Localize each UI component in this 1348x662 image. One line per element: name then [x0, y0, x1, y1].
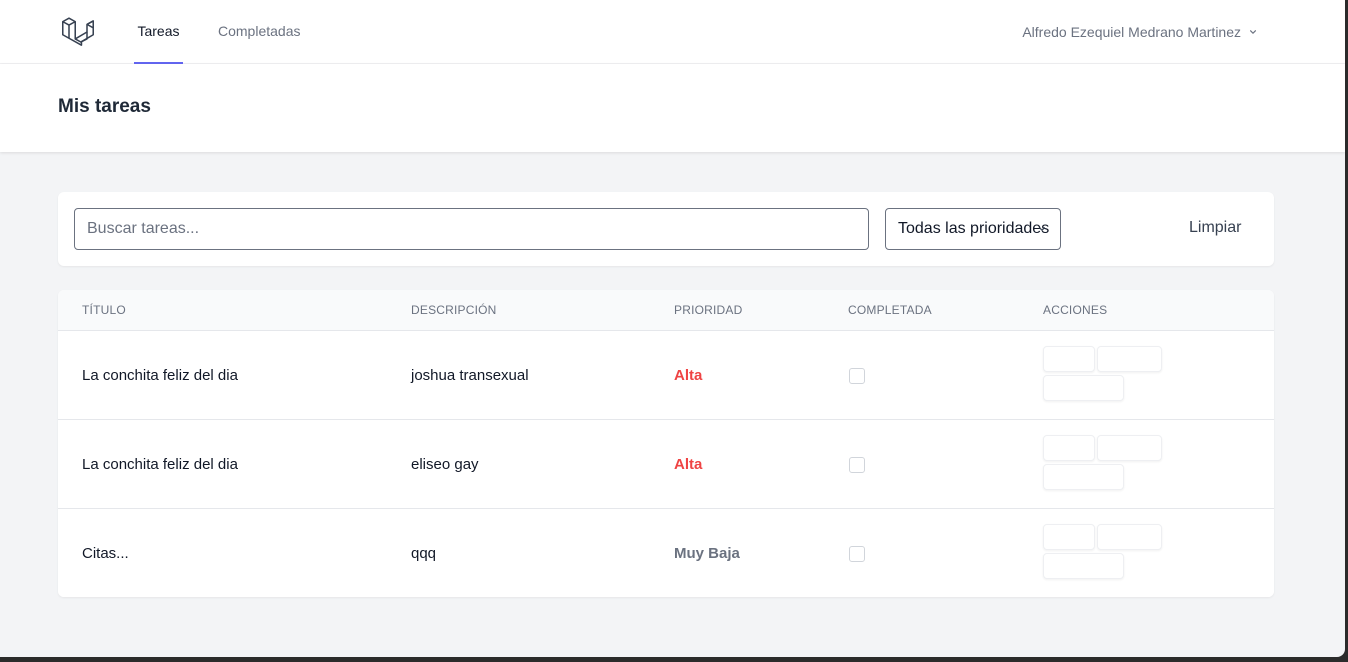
user-name: Alfredo Ezequiel Medrano Martinez — [1022, 24, 1241, 40]
tasks-table: Título Descripción Prioridad Completada … — [58, 290, 1274, 597]
task-priority: Muy Baja — [674, 545, 740, 562]
completed-checkbox[interactable] — [849, 457, 865, 473]
task-description: joshua transexual — [411, 367, 529, 384]
task-description: eliseo gay — [411, 456, 479, 473]
column-header-descripcion: Descripción — [411, 303, 497, 317]
completed-checkbox[interactable] — [849, 546, 865, 562]
task-title: La conchita feliz del dia — [82, 456, 238, 473]
priority-select[interactable]: Todas las prioridades — [885, 208, 1061, 250]
column-header-acciones: Acciones — [1043, 303, 1108, 317]
user-menu-dropdown[interactable]: Alfredo Ezequiel Medrano Martinez — [1022, 0, 1259, 64]
edit-task-button[interactable] — [1097, 435, 1162, 461]
delete-task-button[interactable] — [1043, 464, 1124, 490]
clear-filters-button[interactable]: Limpiar — [1189, 219, 1241, 237]
edit-task-button[interactable] — [1097, 346, 1162, 372]
top-navigation: Tareas Completadas Alfredo Ezequiel Medr… — [0, 0, 1345, 64]
nav-link-completadas[interactable]: Completadas — [218, 0, 301, 64]
table-row: Citas... qqq Muy Baja — [58, 509, 1274, 597]
task-title: Citas... — [82, 545, 129, 562]
laravel-logo-icon[interactable] — [60, 14, 96, 50]
delete-task-button[interactable] — [1043, 553, 1124, 579]
view-task-button[interactable] — [1043, 435, 1095, 461]
column-header-prioridad: Prioridad — [674, 303, 743, 317]
column-header-completada: Completada — [848, 303, 932, 317]
delete-task-button[interactable] — [1043, 375, 1124, 401]
view-task-button[interactable] — [1043, 524, 1095, 550]
chevron-down-icon — [1039, 227, 1046, 231]
task-description: qqq — [411, 545, 437, 562]
search-input[interactable] — [74, 208, 869, 250]
page-header: Mis tareas — [0, 64, 1345, 152]
priority-select-value: Todas las prioridades — [898, 220, 1050, 237]
column-header-titulo: Título — [82, 303, 126, 317]
task-priority: Alta — [674, 456, 703, 473]
nav-link-tareas[interactable]: Tareas — [134, 0, 183, 64]
task-title: La conchita feliz del dia — [82, 367, 238, 384]
page-title: Mis tareas — [58, 96, 151, 117]
app-window: Tareas Completadas Alfredo Ezequiel Medr… — [0, 0, 1345, 657]
filter-bar: Todas las prioridades Limpiar — [58, 192, 1274, 266]
table-header: Título Descripción Prioridad Completada … — [58, 290, 1274, 331]
edit-task-button[interactable] — [1097, 524, 1162, 550]
table-row: La conchita feliz del dia eliseo gay Alt… — [58, 420, 1274, 509]
completed-checkbox[interactable] — [849, 368, 865, 384]
view-task-button[interactable] — [1043, 346, 1095, 372]
chevron-down-icon — [1250, 30, 1257, 34]
table-row: La conchita feliz del dia joshua transex… — [58, 331, 1274, 420]
task-priority: Alta — [674, 367, 703, 384]
